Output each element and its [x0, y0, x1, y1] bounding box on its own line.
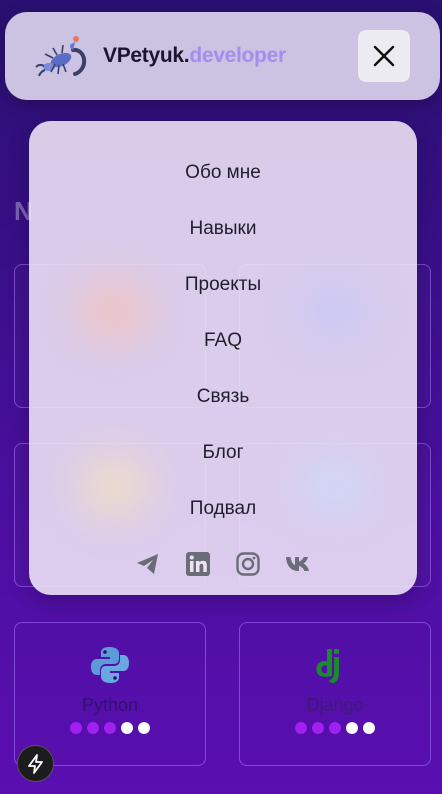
close-menu-button[interactable] — [358, 30, 410, 82]
lightning-badge-button[interactable] — [17, 745, 54, 782]
social-links — [29, 551, 417, 577]
level-dot — [87, 722, 99, 734]
level-dot — [295, 722, 307, 734]
level-dot — [104, 722, 116, 734]
brand-name[interactable]: VPetyuk.developer — [103, 44, 286, 68]
level-dot — [363, 722, 375, 734]
scorpion-logo-icon[interactable] — [35, 30, 91, 82]
skill-name: Django — [306, 695, 364, 715]
menu-item-projects[interactable]: Проекты — [29, 269, 417, 325]
linkedin-icon[interactable] — [185, 551, 211, 577]
menu-items: Обо мне Навыки Проекты FAQ Связь Блог По… — [29, 157, 417, 549]
level-dot — [138, 722, 150, 734]
skill-level-dots — [70, 722, 150, 734]
telegram-icon[interactable] — [135, 551, 161, 577]
skill-level-dots — [295, 722, 375, 734]
menu-item-faq[interactable]: FAQ — [29, 325, 417, 381]
skill-card-django: Django — [239, 622, 431, 766]
instagram-icon[interactable] — [235, 551, 261, 577]
lightning-icon — [27, 753, 43, 774]
django-icon — [315, 645, 355, 685]
menu-item-skills[interactable]: Навыки — [29, 213, 417, 269]
menu-item-blog[interactable]: Блог — [29, 437, 417, 493]
brand-name-accent: developer — [189, 44, 286, 67]
level-dot — [329, 722, 341, 734]
brand-name-main: VPetyuk. — [103, 44, 190, 67]
menu-item-footer[interactable]: Подвал — [29, 493, 417, 549]
menu-item-about[interactable]: Обо мне — [29, 157, 417, 213]
vk-icon[interactable] — [285, 551, 311, 577]
level-dot — [346, 722, 358, 734]
skill-card-python: Python — [14, 622, 206, 766]
navigation-menu: Обо мне Навыки Проекты FAQ Связь Блог По… — [29, 121, 417, 595]
level-dot — [312, 722, 324, 734]
close-icon — [373, 45, 395, 67]
site-header: VPetyuk.developer — [5, 12, 440, 100]
python-icon — [90, 645, 130, 685]
level-dot — [70, 722, 82, 734]
level-dot — [121, 722, 133, 734]
skill-name: Python — [81, 695, 139, 715]
menu-item-contact[interactable]: Связь — [29, 381, 417, 437]
